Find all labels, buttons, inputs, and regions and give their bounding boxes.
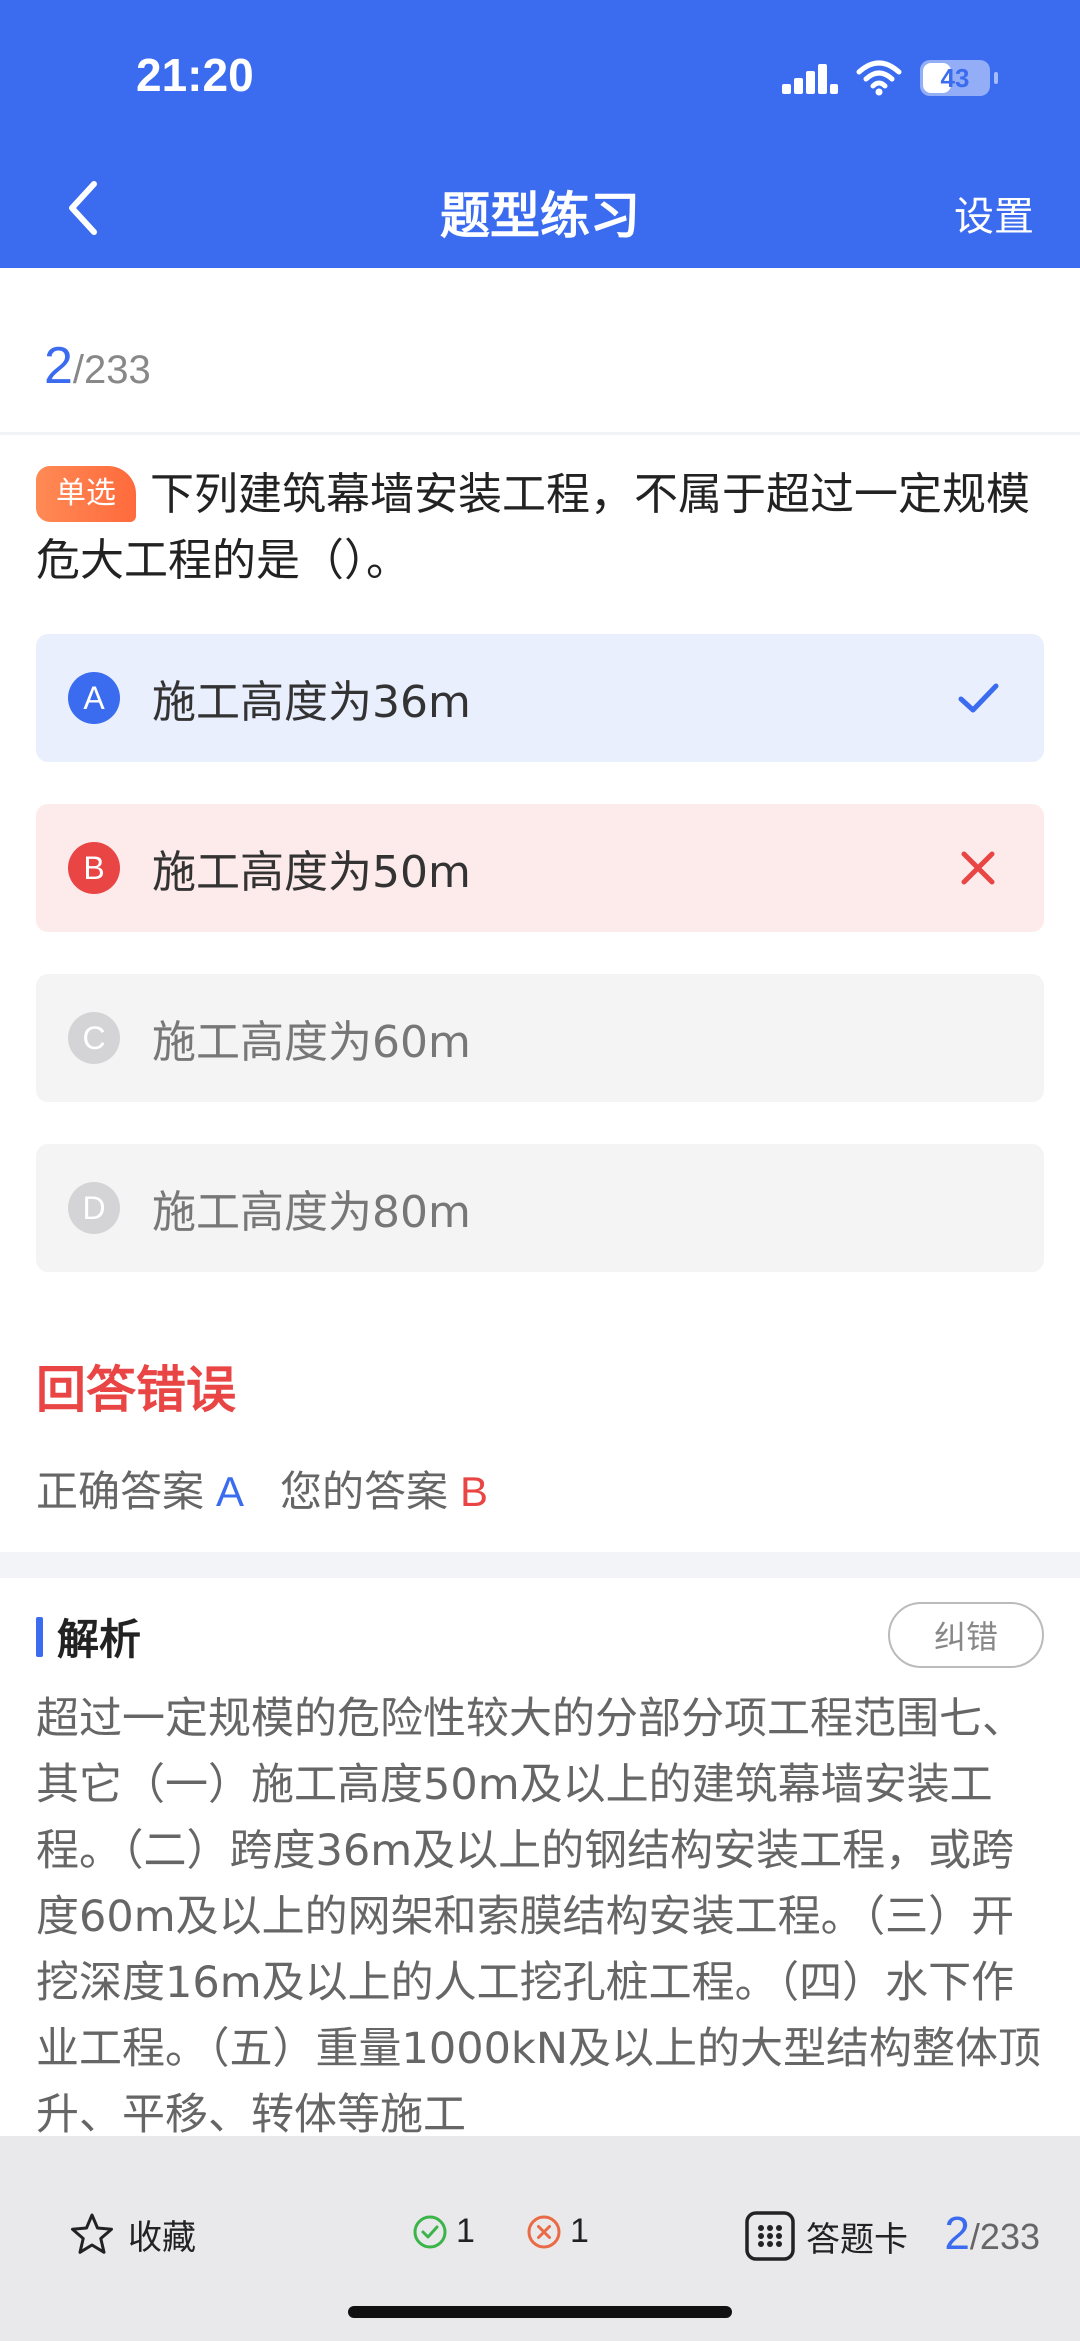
settings-button[interactable]: 设置 xyxy=(954,184,1034,242)
x-circle-icon xyxy=(527,2215,561,2248)
analysis-text: 超过一定规模的危险性较大的分部分项工程范围七、其它（一）施工高度50m及以上的建… xyxy=(36,1694,1041,2136)
option-c[interactable]: C 施工高度为60m xyxy=(36,974,1044,1102)
question-text: 下列建筑幕墙安装工程，不属于超过一定规模危大工程的是（）。 xyxy=(36,469,1030,586)
cross-icon xyxy=(961,851,995,885)
option-letter: D xyxy=(68,1182,120,1234)
result-title: 回答错误 xyxy=(36,1361,236,1419)
progress-current: 2 xyxy=(44,337,73,395)
question-stem: 单选 下列建筑幕墙安装工程，不属于超过一定规模危大工程的是（）。 xyxy=(36,462,1046,594)
option-letter: A xyxy=(68,672,120,724)
status-icons: 43 xyxy=(782,56,998,100)
analysis-title: 解析 xyxy=(57,1615,142,1664)
signal-icon xyxy=(782,64,838,94)
home-indicator xyxy=(348,2306,732,2318)
divider xyxy=(0,432,1080,435)
bottom-progress-total: /233 xyxy=(969,2216,1040,2257)
wrong-count-value: 1 xyxy=(570,2212,589,2250)
progress-total: /233 xyxy=(72,348,151,392)
wrong-count: 1 xyxy=(526,2212,589,2251)
correct-answer-value: A xyxy=(216,1468,245,1515)
option-text: 施工高度为50m xyxy=(152,847,471,898)
correct-answer-label: 正确答案 xyxy=(36,1467,205,1516)
answer-summary: 正确答案 A 您的答案 B xyxy=(36,1458,488,1519)
option-a[interactable]: A 施工高度为36m xyxy=(36,634,1044,762)
option-letter: C xyxy=(68,1012,120,1064)
option-d[interactable]: D 施工高度为80m xyxy=(36,1144,1044,1272)
check-circle-icon xyxy=(413,2215,447,2248)
answer-card-label: 答题卡 xyxy=(806,2219,908,2260)
page-title: 题型练习 xyxy=(440,187,640,245)
analysis-header: 解析 xyxy=(36,1606,141,1667)
wifi-icon xyxy=(856,60,902,96)
star-icon xyxy=(71,2213,113,2254)
favorite-label: 收藏 xyxy=(128,2218,196,2258)
your-answer-value: B xyxy=(460,1468,489,1515)
option-text: 施工高度为60m xyxy=(152,1017,471,1068)
question-type-badge: 单选 xyxy=(36,466,136,522)
bottom-progress: 2/233 xyxy=(944,2206,1040,2260)
option-b[interactable]: B 施工高度为50m xyxy=(36,804,1044,932)
battery-icon: 43 xyxy=(920,60,998,96)
option-letter: B xyxy=(68,842,120,894)
option-text: 施工高度为36m xyxy=(152,677,471,728)
correct-count-value: 1 xyxy=(456,2212,475,2250)
option-text: 施工高度为80m xyxy=(152,1187,471,1238)
app-header: 21:20 43 题型练习 设置 xyxy=(0,0,1080,268)
section-accent-bar xyxy=(36,1616,43,1657)
battery-percent: 43 xyxy=(940,62,970,93)
answer-card-button[interactable]: 答题卡 xyxy=(744,2210,908,2262)
question-progress: 2/233 xyxy=(44,336,151,396)
favorite-button[interactable]: 收藏 xyxy=(68,2210,196,2259)
correct-count: 1 xyxy=(412,2212,475,2251)
report-error-button[interactable]: 纠错 xyxy=(888,1602,1044,1668)
status-time: 21:20 xyxy=(136,49,254,101)
section-divider xyxy=(0,1552,1080,1578)
check-icon xyxy=(958,683,999,713)
bottom-progress-current: 2 xyxy=(944,2207,970,2259)
grid-icon xyxy=(745,2211,795,2261)
your-answer-label: 您的答案 xyxy=(280,1467,449,1516)
